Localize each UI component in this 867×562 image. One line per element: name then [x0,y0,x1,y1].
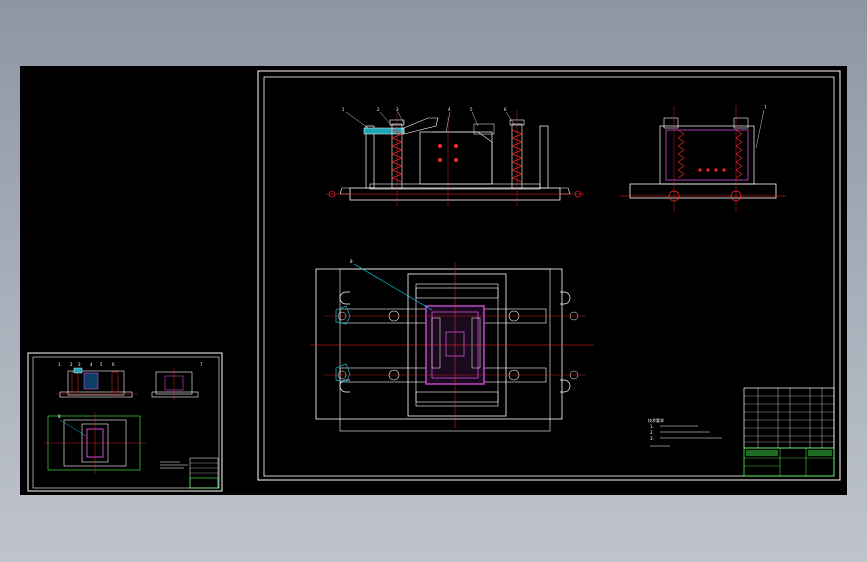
side-view-balloon: 7 [764,105,767,110]
thumbnail-title-block [189,457,219,489]
svg-text:3: 3 [78,362,81,367]
svg-text:4: 4 [448,107,451,112]
svg-text:1.: 1. [650,424,654,429]
cad-drawing-canvas[interactable]: 1 2 3 4 5 6 7 8 1 2 3 4 5 6 7 8 技术要求 1. … [20,66,847,495]
thumbnail-front-balloons: 1 2 3 4 5 6 [58,362,115,367]
title-block [743,447,835,477]
svg-text:4: 4 [90,362,93,367]
main-inner-frame [263,76,835,477]
plan-view[interactable]: 8 [310,259,594,432]
svg-text:1: 1 [58,362,61,367]
svg-text:5: 5 [470,107,473,112]
svg-text:2.: 2. [650,430,654,435]
plan-view-balloon: 8 [350,259,353,264]
side-view[interactable]: 7 [620,105,786,212]
svg-text:1: 1 [342,107,345,112]
thumbnail-front-view: 1 2 3 4 5 6 [56,362,138,398]
thumbnail-side-view: 7 [151,362,203,400]
svg-text:7: 7 [200,362,203,367]
svg-text:3: 3 [396,107,399,112]
svg-text:5: 5 [100,362,103,367]
thumbnail-plan-view: 8 [44,412,146,474]
thumbnail-notes [160,461,188,469]
thumbnail-sheet[interactable]: 1 2 3 4 5 6 7 8 [27,352,223,492]
svg-text:2: 2 [70,362,73,367]
svg-text:6: 6 [504,107,507,112]
svg-text:技术要求: 技术要求 [648,417,664,423]
technical-notes: 技术要求 1. 2. 3. [648,417,722,447]
svg-text:8: 8 [58,414,61,419]
svg-text:2: 2 [377,107,380,112]
main-sheet[interactable]: 1 2 3 4 5 6 7 8 技术要求 1. 2. 3. [257,70,841,481]
front-view[interactable]: 1 2 3 4 5 6 [326,107,584,206]
parts-list [743,387,835,449]
svg-text:6: 6 [112,362,115,367]
svg-text:3.: 3. [650,436,654,441]
